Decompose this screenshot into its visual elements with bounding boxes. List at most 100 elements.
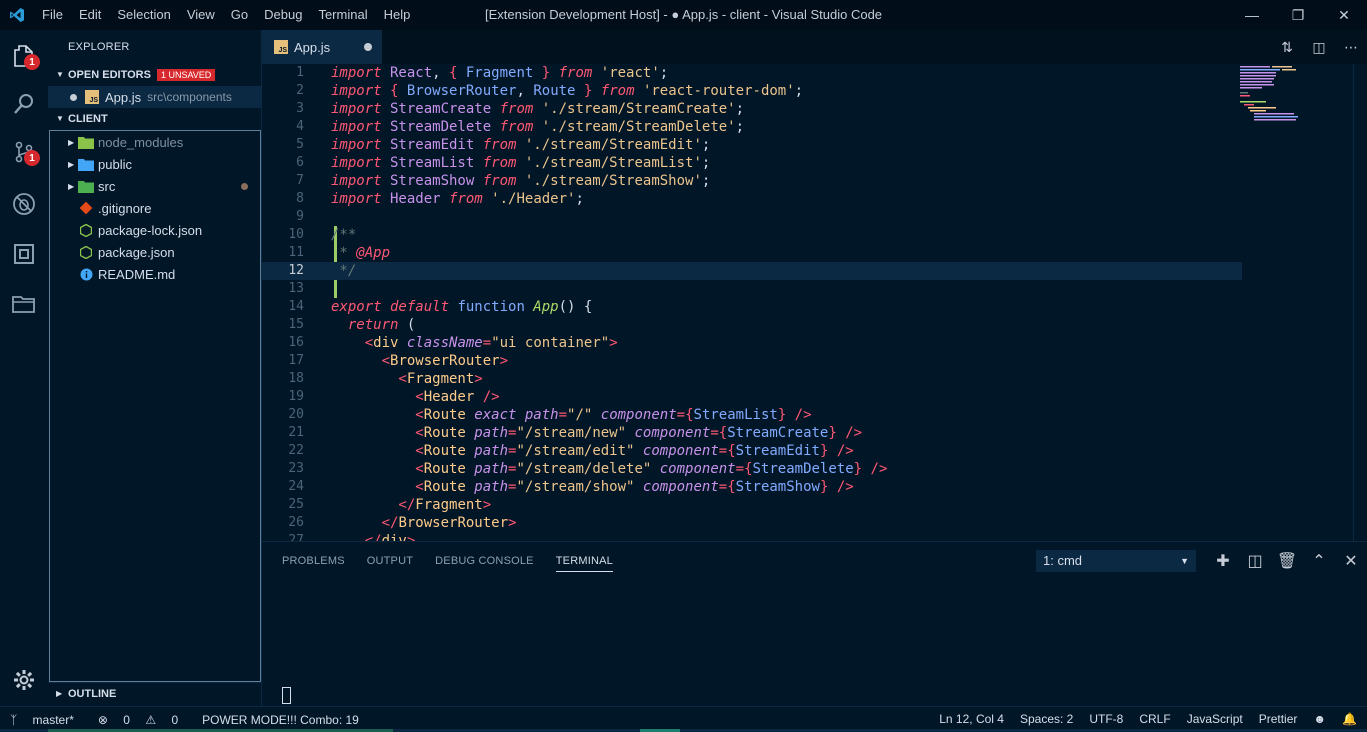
outline-header[interactable]: ▶ OUTLINE [48, 683, 261, 705]
nodejs-file-icon [78, 222, 94, 238]
minimize-icon[interactable]: — [1229, 0, 1275, 30]
window-controls: — ❐ ✕ [1229, 0, 1367, 30]
manage-button[interactable] [0, 656, 48, 704]
encoding[interactable]: UTF-8 [1089, 712, 1123, 726]
unsaved-dot-icon[interactable] [70, 93, 77, 101]
code-line: 7 import StreamShow from './stream/Stream… [296, 173, 711, 189]
title-bar: File Edit Selection View Go Debug Termin… [0, 0, 1367, 30]
tree-item-package-lock[interactable]: package-lock.json [50, 219, 260, 241]
tree-item-node-modules[interactable]: ▶ node_modules [50, 131, 260, 153]
debug-button[interactable] [0, 180, 48, 228]
menu-edit[interactable]: Edit [71, 0, 109, 30]
line-ending[interactable]: CRLF [1139, 712, 1170, 726]
new-terminal-icon[interactable]: ✚ [1207, 548, 1239, 574]
activity-bar: 1 1 [0, 30, 48, 706]
search-button[interactable] [0, 80, 48, 128]
split-editor-icon[interactable]: ◫ [1303, 30, 1335, 64]
code-line: 22 <Route path="/stream/edit" component=… [288, 443, 854, 459]
chevron-down-icon: ▼ [56, 70, 64, 79]
tab-problems[interactable]: PROBLEMS [282, 542, 345, 578]
code-line: 19 <Header /> [288, 389, 500, 405]
menu-file[interactable]: File [34, 0, 71, 30]
prettier-item[interactable]: Prettier [1259, 712, 1298, 726]
indentation[interactable]: Spaces: 2 [1020, 712, 1073, 726]
js-file-icon: JS [274, 40, 288, 54]
search-icon [14, 94, 33, 114]
tree-item-src[interactable]: ▶ src [50, 175, 260, 197]
tab-output[interactable]: OUTPUT [367, 542, 413, 578]
tree-item-gitignore[interactable]: .gitignore [50, 197, 260, 219]
tree-item-label: src [98, 178, 116, 194]
panel-actions: ✚ ◫ 🗑 ⌃ ✕ [1207, 548, 1367, 574]
gear-icon [14, 670, 34, 690]
cursor-position[interactable]: Ln 12, Col 4 [939, 712, 1004, 726]
extensions-button[interactable] [0, 230, 48, 278]
code-line: 8 import Header from './Header'; [296, 191, 584, 207]
tab-app-js[interactable]: JS App.js [262, 30, 382, 64]
js-file-icon: JS [85, 90, 99, 104]
menu-debug[interactable]: Debug [256, 0, 310, 30]
trash-icon[interactable]: 🗑 [1271, 548, 1303, 574]
code-line: 25 </Fragment> [288, 497, 492, 513]
tree-item-label: package-lock.json [98, 222, 203, 238]
code-line: 2 import { BrowserRouter, Route } from 'r… [296, 83, 804, 99]
menu-help[interactable]: Help [376, 0, 419, 30]
source-control-button[interactable]: 1 [0, 128, 48, 176]
tab-terminal[interactable]: TERMINAL [555, 542, 613, 572]
code-line: 14 export default function App() { [288, 299, 593, 315]
tree-item-package[interactable]: package.json [50, 241, 260, 263]
notifications-bell-icon[interactable]: 🔔 [1342, 712, 1357, 726]
terminal-cursor[interactable] [282, 687, 291, 704]
outline-section: ▶ OUTLINE [48, 682, 261, 706]
maximize-panel-icon[interactable]: ⌃ [1303, 548, 1335, 574]
problems-item[interactable]: ⊗ 0 ⚠ 0 [98, 713, 190, 727]
feedback-smiley-icon[interactable]: ☻ [1313, 712, 1326, 726]
editor-scrollbar[interactable] [1353, 64, 1367, 541]
folder-header[interactable]: ▼ CLIENT [48, 108, 261, 130]
branch-item[interactable]: ᛉ master* [10, 713, 86, 727]
menu-bar: File Edit Selection View Go Debug Termin… [34, 0, 418, 30]
tree-item-label: package.json [98, 244, 175, 260]
explorer-button[interactable]: 1 [0, 32, 48, 80]
error-icon: ⊗ [97, 712, 108, 727]
code-line: 26 </BrowserRouter> [288, 515, 517, 531]
warning-icon: ⚠ [145, 712, 157, 727]
open-editor-name: App.js [105, 89, 142, 105]
code-line: 27 </div> [288, 533, 416, 541]
tree-item-label: .gitignore [98, 200, 152, 216]
close-window-icon[interactable]: ✕ [1321, 0, 1367, 30]
open-editor-item[interactable]: JS App.js src\components [48, 86, 261, 108]
code-line: 17 <BrowserRouter> [288, 353, 509, 369]
language-mode[interactable]: JavaScript [1187, 712, 1243, 726]
bottom-panel: PROBLEMS OUTPUT DEBUG CONSOLE TERMINAL 1… [262, 541, 1367, 706]
tree-item-readme[interactable]: README.md [50, 263, 260, 285]
status-left: ᛉ master* ⊗ 0 ⚠ 0 POWER MODE!!! Combo: 1… [0, 713, 371, 727]
power-mode-item[interactable]: POWER MODE!!! Combo: 19 [202, 713, 359, 727]
code-line: 3 import StreamCreate from './stream/Stre… [296, 101, 745, 117]
menu-selection[interactable]: Selection [109, 0, 178, 30]
close-panel-icon[interactable]: ✕ [1335, 548, 1367, 574]
open-editors-header[interactable]: ▼ OPEN EDITORS 1 UNSAVED [48, 64, 261, 86]
panel-tabs: PROBLEMS OUTPUT DEBUG CONSOLE TERMINAL [282, 542, 635, 578]
menu-terminal[interactable]: Terminal [310, 0, 375, 30]
menu-go[interactable]: Go [223, 0, 256, 30]
menu-view[interactable]: View [179, 0, 223, 30]
unsaved-dot-icon[interactable] [364, 43, 372, 51]
code-editor[interactable]: 1 import React, { Fragment } from 'react'… [262, 64, 1367, 541]
chevron-down-icon: ▼ [56, 114, 64, 123]
terminal-select[interactable]: 1: cmd ▼ [1036, 550, 1196, 572]
restore-icon[interactable]: ❐ [1275, 0, 1321, 30]
tab-debug-console[interactable]: DEBUG CONSOLE [435, 542, 534, 578]
debug-icon [13, 193, 35, 215]
split-terminal-icon[interactable]: ◫ [1239, 548, 1271, 574]
folder-node-icon [78, 134, 94, 150]
minimap[interactable] [1240, 64, 1310, 124]
remote-explorer-button[interactable] [0, 280, 48, 328]
status-right: Ln 12, Col 4 Spaces: 2 UTF-8 CRLF JavaSc… [939, 707, 1367, 731]
code-line: 6 import StreamList from './stream/Stream… [296, 155, 711, 171]
folder-label: CLIENT [68, 113, 108, 125]
open-changes-icon[interactable]: ⇅ [1271, 30, 1303, 64]
more-actions-icon[interactable]: ⋯ [1335, 30, 1367, 64]
tab-label: App.js [294, 39, 331, 55]
tree-item-public[interactable]: ▶ public [50, 153, 260, 175]
